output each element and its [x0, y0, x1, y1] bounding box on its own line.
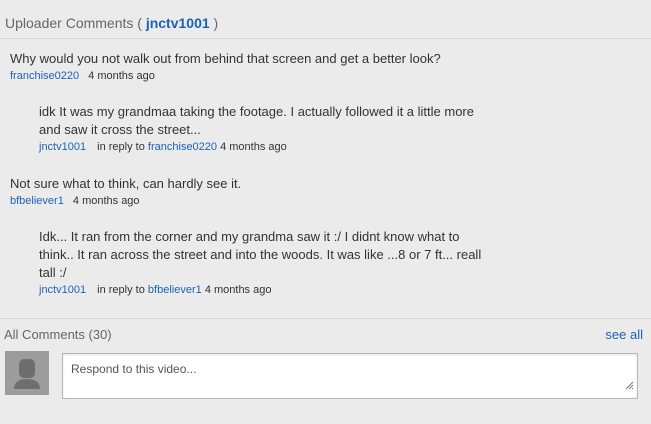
uploader-comments-title: Uploader Comments ( jnctv1001 ) [5, 15, 218, 31]
reply-age: 4 months ago [220, 141, 287, 153]
comment-meta: franchise0220 4 months ago [10, 69, 441, 83]
comment-text: Not sure what to think, can hardly see i… [10, 176, 242, 191]
uploader-user-link[interactable]: jnctv1001 [146, 15, 210, 31]
textarea-resize-grip-icon[interactable] [625, 377, 634, 395]
comment-age: 4 months ago [72, 195, 140, 207]
all-comments-label: All Comments (30) [4, 327, 112, 342]
reply-text-line: and saw it cross the street... [39, 122, 201, 137]
reply-text-line: tall :/ [39, 265, 67, 280]
comment-item: Why would you not walk out from behind t… [10, 50, 441, 83]
reply-meta: jnctv1001 in reply to bfbeliever1 4 mont… [39, 283, 481, 297]
uploader-comments-close: ) [213, 15, 219, 31]
comment-author-link[interactable]: bfbeliever1 [10, 195, 64, 207]
comment-meta: bfbeliever1 4 months ago [10, 194, 241, 208]
respond-placeholder: Respond to this video... [71, 362, 197, 376]
reply-item: Idk... It ran from the corner and my gra… [39, 228, 481, 297]
reply-prefix: in reply to [97, 141, 145, 153]
comment-text: Why would you not walk out from behind t… [10, 51, 441, 66]
comment-author-link[interactable]: franchise0220 [10, 70, 79, 82]
reply-author-link[interactable]: jnctv1001 [39, 284, 86, 296]
reply-text-line: think.. It ran across the street and int… [39, 247, 482, 262]
comment-age: 4 months ago [88, 70, 155, 82]
reply-age: 4 months ago [204, 284, 272, 296]
reply-author-link[interactable]: jnctv1001 [39, 141, 86, 153]
comment-item: Not sure what to think, can hardly see i… [10, 175, 241, 208]
reply-text-line: idk It was my grandmaa taking the footag… [39, 104, 474, 119]
reply-to-link[interactable]: bfbeliever1 [148, 284, 202, 296]
all-comments-bar: All Comments (30) see all [0, 318, 651, 345]
respond-input[interactable]: Respond to this video... [62, 353, 638, 399]
reply-item: idk It was my grandmaa taking the footag… [39, 103, 474, 154]
see-all-link[interactable]: see all [605, 327, 643, 342]
reply-to-link[interactable]: franchise0220 [148, 141, 217, 153]
reply-prefix: in reply to [97, 284, 145, 296]
reply-meta: jnctv1001 in reply to franchise0220 4 mo… [39, 140, 474, 154]
uploader-comments-header: Uploader Comments ( jnctv1001 ) [0, 0, 651, 39]
uploader-comments-label: Uploader Comments ( [5, 15, 142, 31]
default-user-avatar-icon [5, 351, 49, 395]
reply-text-line: Idk... It ran from the corner and my gra… [39, 229, 460, 244]
